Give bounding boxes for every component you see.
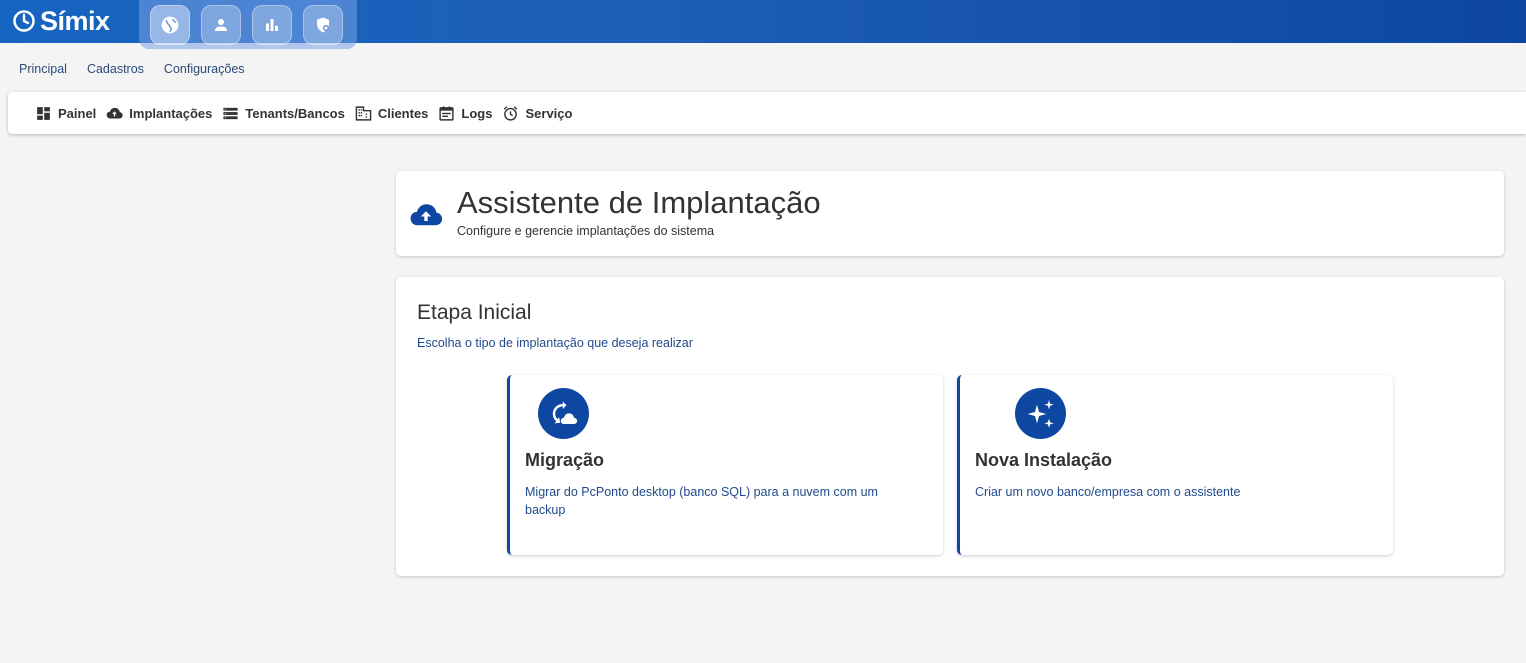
menu-item-principal[interactable]: Principal (0, 58, 77, 82)
toolbar-label: Logs (461, 105, 493, 121)
main-menu: Principal Cadastros Configurações (0, 58, 255, 82)
menu-item-configuracoes[interactable]: Configurações (154, 58, 255, 82)
option-title: Nova Instalação (975, 450, 1113, 470)
toolbar-item-implantacoes[interactable]: Implantações (106, 105, 212, 122)
sparkle-icon (1027, 399, 1054, 428)
toolbar-label: Implantações (129, 105, 213, 121)
page-header-card: Assistente de Implantação Configure e ge… (396, 171, 1504, 256)
globe-button[interactable] (150, 4, 190, 45)
section-toolbar: Painel Implantações Tenants/Bancos Clien… (8, 92, 1526, 134)
toolbar-label: Painel (58, 105, 97, 121)
event-note-icon (439, 105, 455, 121)
toolbar-item-servico[interactable]: Serviço (502, 105, 572, 122)
toolbar-item-tenants-bancos[interactable]: Tenants/Bancos (222, 105, 345, 122)
step-card: Etapa Inicial Escolha o tipo de implanta… (396, 277, 1504, 576)
option-card-migracao[interactable]: Migração Migrar do PcPonto desktop (banc… (507, 375, 943, 555)
building-icon (355, 105, 372, 121)
clock-logo-icon (13, 10, 35, 32)
toolbar-label: Clientes (377, 105, 429, 121)
app-logo[interactable]: Símix (12, 6, 110, 36)
cloud-upload-icon (410, 204, 443, 226)
page-title: Assistente de Implantação (457, 185, 821, 220)
option-card-nova-instalacao[interactable]: Nova Instalação Criar um novo banco/empr… (957, 375, 1393, 555)
header-icon-wrap (409, 200, 443, 233)
top-icon-group (139, 0, 357, 49)
toolbar-item-painel[interactable]: Painel (35, 105, 96, 122)
dashboard-icon (37, 106, 50, 120)
cloud-sync-icon (552, 401, 577, 424)
top-bar: Símix (0, 0, 1526, 49)
page-subtitle: Configure e gerencie implantações do sis… (457, 224, 715, 238)
storage-icon (223, 107, 238, 119)
toolbar-item-clientes[interactable]: Clientes (355, 105, 429, 122)
person-icon (215, 18, 227, 31)
option-description: Criar um novo banco/empresa com o assist… (975, 485, 1241, 499)
person-button[interactable] (201, 4, 241, 45)
shield-icon (317, 17, 329, 32)
logo-text: Símix (40, 5, 110, 36)
step-subtitle: Escolha o tipo de implantação que deseja… (417, 336, 693, 350)
option-icon-wrap (1015, 388, 1066, 439)
toolbar-label: Serviço (525, 105, 573, 121)
shield-button[interactable] (303, 4, 343, 45)
alarm-icon (504, 105, 518, 121)
option-description: Migrar do PcPonto desktop (banco SQL) pa… (525, 485, 878, 517)
bar-chart-button[interactable] (252, 4, 292, 45)
option-icon-wrap (538, 388, 589, 439)
globe-icon (161, 16, 179, 33)
toolbar-item-logs[interactable]: Logs (438, 105, 492, 122)
menu-item-cadastros[interactable]: Cadastros (77, 58, 154, 82)
bar-chart-icon (266, 18, 278, 31)
option-title: Migração (525, 450, 605, 470)
toolbar-label: Tenants/Bancos (245, 105, 345, 121)
cloud-upload-icon (107, 107, 123, 118)
step-title: Etapa Inicial (417, 301, 532, 324)
